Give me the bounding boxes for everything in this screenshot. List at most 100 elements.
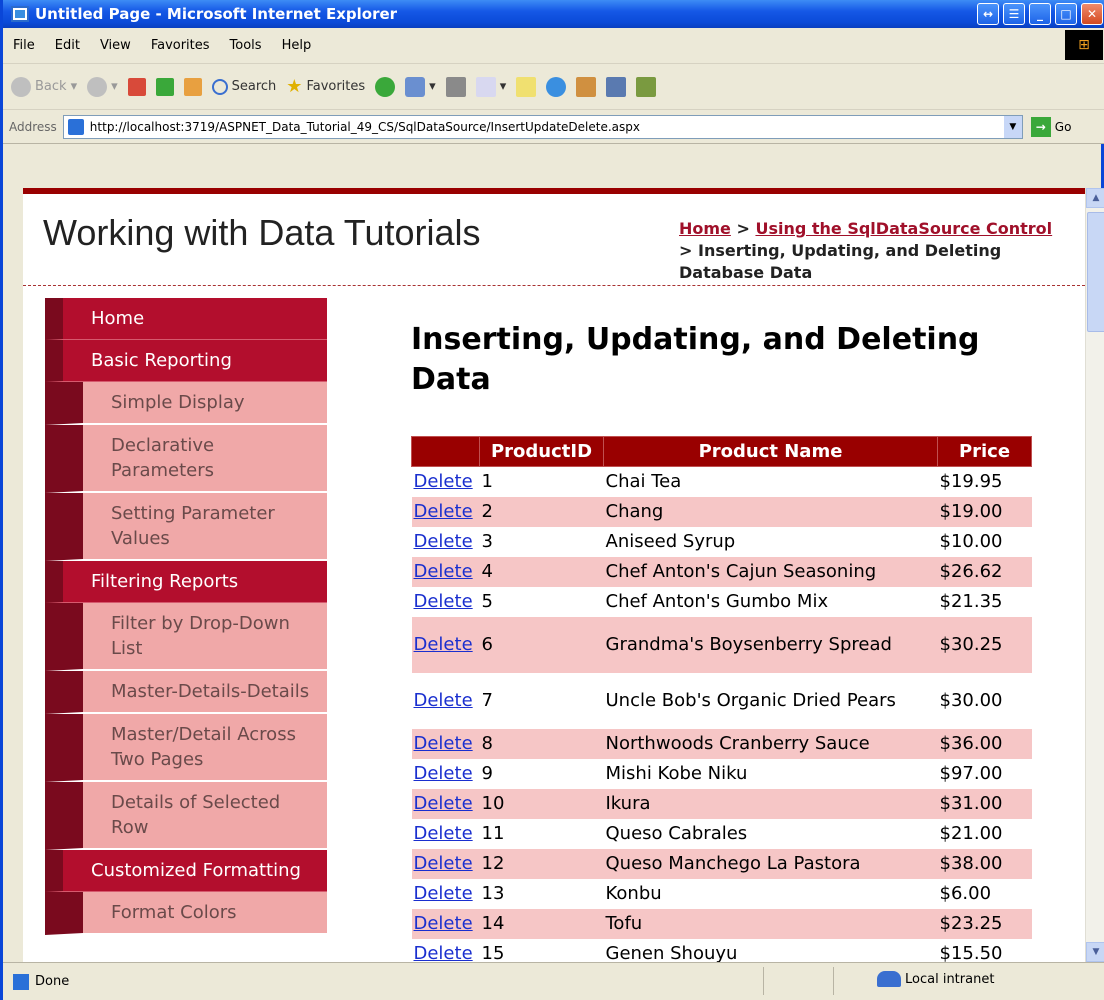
delete-link[interactable]: Delete (414, 471, 473, 492)
forward-button[interactable]: ▾ (87, 76, 118, 97)
price-cell: $15.50 (939, 942, 1003, 963)
status-bar: Done Local intranet (3, 962, 1104, 1000)
address-dropdown-icon[interactable]: ▼ (1003, 115, 1022, 138)
menu-item-master-detail-across-two-pages[interactable]: Master/Detail Across Two Pages (45, 714, 327, 782)
scroll-down-icon[interactable]: ▼ (1086, 942, 1104, 962)
product-id-cell: 6 (479, 616, 604, 673)
refresh-icon (155, 77, 174, 96)
close-button[interactable]: ✕ (1081, 3, 1103, 25)
delete-link[interactable]: Delete (414, 531, 473, 552)
delete-link[interactable]: Delete (414, 823, 473, 844)
delete-cell: Delete (411, 496, 480, 527)
history-button[interactable]: ▾ (405, 76, 436, 97)
product-name-cell: Aniseed Syrup (605, 530, 736, 552)
media-button[interactable] (375, 76, 396, 97)
back-button[interactable]: Back ▾ (11, 76, 77, 97)
maximize-button[interactable]: □ (1055, 3, 1077, 25)
menu-help[interactable]: Help (282, 38, 312, 53)
stop-icon (127, 77, 146, 96)
page-icon (67, 118, 84, 135)
menu-item-home[interactable]: Home (45, 298, 327, 340)
go-button[interactable]: → Go (1030, 116, 1071, 137)
table-row: Delete 10 Ikura $31.00 (411, 788, 1032, 819)
price-cell: $38.00 (937, 848, 1032, 879)
breadcrumb: Home > Using the SqlDataSource Control >… (679, 218, 1059, 284)
menu-item-declarative-parameters[interactable]: Declarative Parameters (45, 425, 327, 493)
delete-cell: Delete (412, 879, 480, 909)
messenger-button[interactable] (546, 76, 567, 97)
address-input[interactable]: http://localhost:3719/ASPNET_Data_Tutori… (62, 114, 1023, 139)
delete-link[interactable]: Delete (414, 561, 473, 582)
table-row: Delete 8 Northwoods Cranberry Sauce $36.00 (411, 728, 1032, 759)
delete-link[interactable]: Delete (414, 690, 473, 711)
menu-item-filtering-reports[interactable]: Filtering Reports (45, 561, 327, 603)
menu-edit[interactable]: Edit (55, 38, 80, 53)
product-name-cell: Uncle Bob's Organic Dried Pears (605, 689, 896, 711)
grid-header-row: ProductID Product Name Price (411, 436, 1032, 467)
print-button[interactable] (445, 76, 466, 97)
stop-button[interactable] (127, 77, 146, 96)
menu-item-customized-formatting[interactable]: Customized Formatting (45, 850, 327, 892)
menu-bar: File Edit View Favorites Tools Help ⊞ (3, 28, 1104, 64)
menu-favorites[interactable]: Favorites (151, 38, 210, 53)
menu-item-master-details-details[interactable]: Master-Details-Details (45, 671, 327, 714)
toolbar-toggle-icon[interactable]: ☰ (1003, 3, 1025, 25)
scroll-thumb[interactable] (1087, 212, 1104, 332)
breadcrumb-section-link[interactable]: Using the SqlDataSource Control (755, 219, 1052, 238)
delete-link[interactable]: Delete (414, 793, 473, 814)
favorites-button[interactable]: ★ Favorites (286, 76, 365, 97)
home-button[interactable] (183, 77, 202, 96)
grid-header-price: Price (937, 436, 1032, 467)
product-name-cell: Genen Shouyu (605, 942, 738, 963)
back-arrow-icon (11, 76, 31, 97)
product-id-cell: 12 (479, 848, 604, 879)
menu-tools[interactable]: Tools (230, 38, 262, 53)
scroll-up-icon[interactable]: ▲ (1086, 188, 1104, 208)
product-name-cell: Ikura (603, 788, 938, 819)
delete-link[interactable]: Delete (414, 634, 473, 655)
breadcrumb-home-link[interactable]: Home (679, 219, 731, 238)
security-zone[interactable]: Local intranet (877, 971, 994, 987)
table-row: Delete 1 Chai Tea $19.95 (412, 467, 1032, 497)
delete-link[interactable]: Delete (414, 853, 473, 874)
delete-cell: Delete (412, 673, 480, 729)
menu-item-simple-display[interactable]: Simple Display (45, 382, 327, 425)
menu-item-filter-by-drop-down-list[interactable]: Filter by Drop-Down List (45, 603, 327, 671)
delete-link[interactable]: Delete (414, 913, 473, 934)
menu-item-format-colors[interactable]: Format Colors (45, 892, 327, 935)
menu-item-basic-reporting[interactable]: Basic Reporting (45, 340, 327, 382)
back-forward-icon[interactable]: ↔ (977, 3, 999, 25)
delete-link[interactable]: Delete (414, 883, 473, 904)
table-row: Delete 3 Aniseed Syrup $10.00 (412, 527, 1032, 557)
research-icon (576, 76, 597, 97)
delete-link[interactable]: Delete (414, 733, 473, 754)
globe-icon (546, 76, 567, 97)
delete-link[interactable]: Delete (414, 763, 473, 784)
vertical-scrollbar[interactable]: ▲ ▼ (1085, 188, 1104, 962)
menu-item-setting-parameter-values[interactable]: Setting Parameter Values (45, 493, 327, 561)
product-id-cell: 9 (481, 762, 493, 784)
edit-button[interactable]: ▾ (475, 76, 506, 97)
product-id-cell: 13 (481, 882, 505, 904)
grid-button[interactable] (636, 76, 657, 97)
menu-file[interactable]: File (13, 38, 35, 53)
search-button[interactable]: Search (211, 78, 276, 95)
menu-view[interactable]: View (100, 38, 131, 53)
refresh-button[interactable] (155, 77, 174, 96)
tools-button[interactable] (606, 76, 627, 97)
price-cell: $30.25 (937, 616, 1032, 673)
price-cell: $97.00 (939, 762, 1003, 784)
main-content: Inserting, Updating, and Deleting Data P… (411, 320, 1051, 962)
price-cell: $6.00 (939, 882, 992, 904)
delete-link[interactable]: Delete (414, 591, 473, 612)
minimize-button[interactable]: _ (1029, 3, 1051, 25)
research-button[interactable] (576, 76, 597, 97)
delete-cell: Delete (411, 616, 480, 673)
title-bar[interactable]: Untitled Page - Microsoft Internet Explo… (3, 0, 1104, 28)
table-row: Delete 2 Chang $19.00 (411, 496, 1032, 527)
delete-link[interactable]: Delete (414, 943, 473, 963)
menu-item-details-of-selected-row[interactable]: Details of Selected Row (45, 782, 327, 850)
favorites-star-icon: ★ (286, 76, 303, 97)
discuss-button[interactable] (516, 76, 537, 97)
delete-link[interactable]: Delete (414, 501, 473, 522)
